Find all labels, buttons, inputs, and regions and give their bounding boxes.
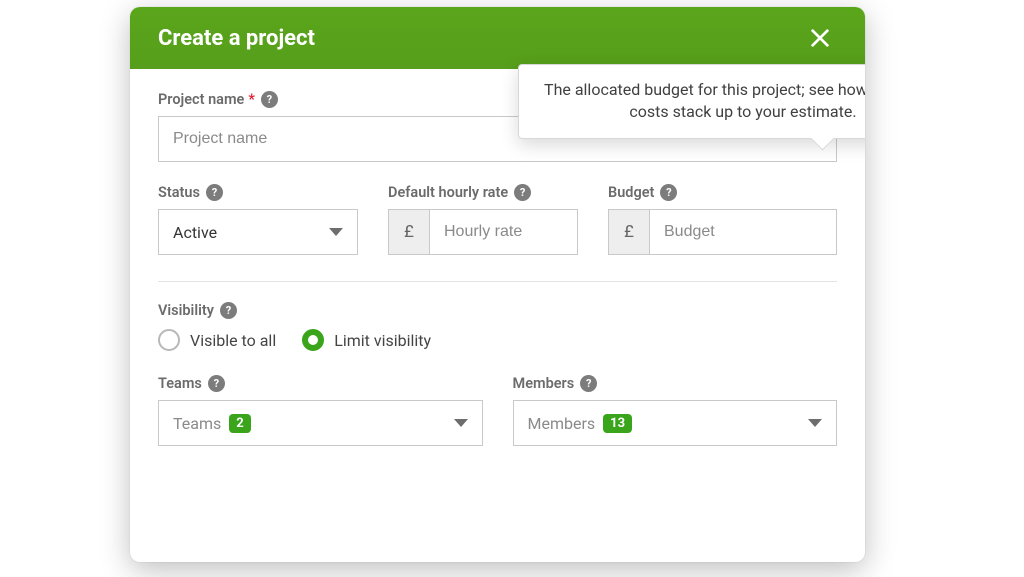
create-project-modal: Create a project The allocated budget fo… [130, 7, 865, 562]
close-icon [809, 27, 831, 49]
help-icon[interactable]: ? [514, 184, 531, 201]
status-field: Status ? Active [158, 184, 358, 255]
members-select-label: Members [528, 414, 596, 433]
help-icon[interactable]: ? [660, 184, 677, 201]
tooltip-text: The allocated budget for this project; s… [544, 80, 865, 121]
modal-body: The allocated budget for this project; s… [130, 69, 865, 446]
modal-header: Create a project [130, 7, 865, 69]
divider [158, 281, 837, 282]
teams-count-badge: 2 [229, 414, 250, 433]
help-icon[interactable]: ? [208, 375, 225, 392]
status-rate-budget-row: Status ? Active Default hourly rate ? £ [158, 184, 837, 255]
modal-title: Create a project [158, 26, 315, 51]
visibility-limit-radio[interactable]: Limit visibility [302, 329, 431, 351]
close-button[interactable] [803, 21, 837, 55]
chevron-down-icon [454, 419, 468, 427]
status-label: Status ? [158, 184, 358, 201]
radio-label: Visible to all [190, 331, 276, 350]
radio-label: Limit visibility [334, 331, 431, 350]
currency-addon: £ [388, 209, 430, 255]
radio-unchecked-icon [158, 329, 180, 351]
members-select[interactable]: Members 13 [513, 400, 838, 446]
visibility-label: Visibility ? [158, 302, 837, 319]
radio-checked-icon [302, 329, 324, 351]
teams-label: Teams ? [158, 375, 483, 392]
visibility-options: Visible to all Limit visibility [158, 329, 837, 351]
required-indicator: * [248, 91, 255, 108]
budget-label: Budget ? [608, 184, 837, 201]
budget-input[interactable] [650, 209, 837, 255]
hourly-rate-input[interactable] [430, 209, 578, 255]
budget-tooltip: The allocated budget for this project; s… [518, 64, 865, 139]
currency-addon: £ [608, 209, 650, 255]
teams-field: Teams ? Teams 2 [158, 375, 483, 446]
visibility-field: Visibility ? Visible to all Limit visibi… [158, 302, 837, 351]
members-label: Members ? [513, 375, 838, 392]
chevron-down-icon [808, 419, 822, 427]
members-count-badge: 13 [603, 414, 632, 433]
budget-field: Budget ? £ [608, 184, 837, 255]
teams-select-label: Teams [173, 414, 221, 433]
teams-members-row: Teams ? Teams 2 Members ? [158, 375, 837, 446]
help-icon[interactable]: ? [220, 302, 237, 319]
help-icon[interactable]: ? [261, 91, 278, 108]
teams-select[interactable]: Teams 2 [158, 400, 483, 446]
help-icon[interactable]: ? [206, 184, 223, 201]
chevron-down-icon [329, 228, 343, 236]
members-field: Members ? Members 13 [513, 375, 838, 446]
hourly-rate-label: Default hourly rate ? [388, 184, 578, 201]
help-icon[interactable]: ? [580, 375, 597, 392]
visibility-all-radio[interactable]: Visible to all [158, 329, 276, 351]
status-select[interactable]: Active [158, 209, 358, 255]
status-value: Active [173, 223, 217, 242]
hourly-rate-field: Default hourly rate ? £ [388, 184, 578, 255]
